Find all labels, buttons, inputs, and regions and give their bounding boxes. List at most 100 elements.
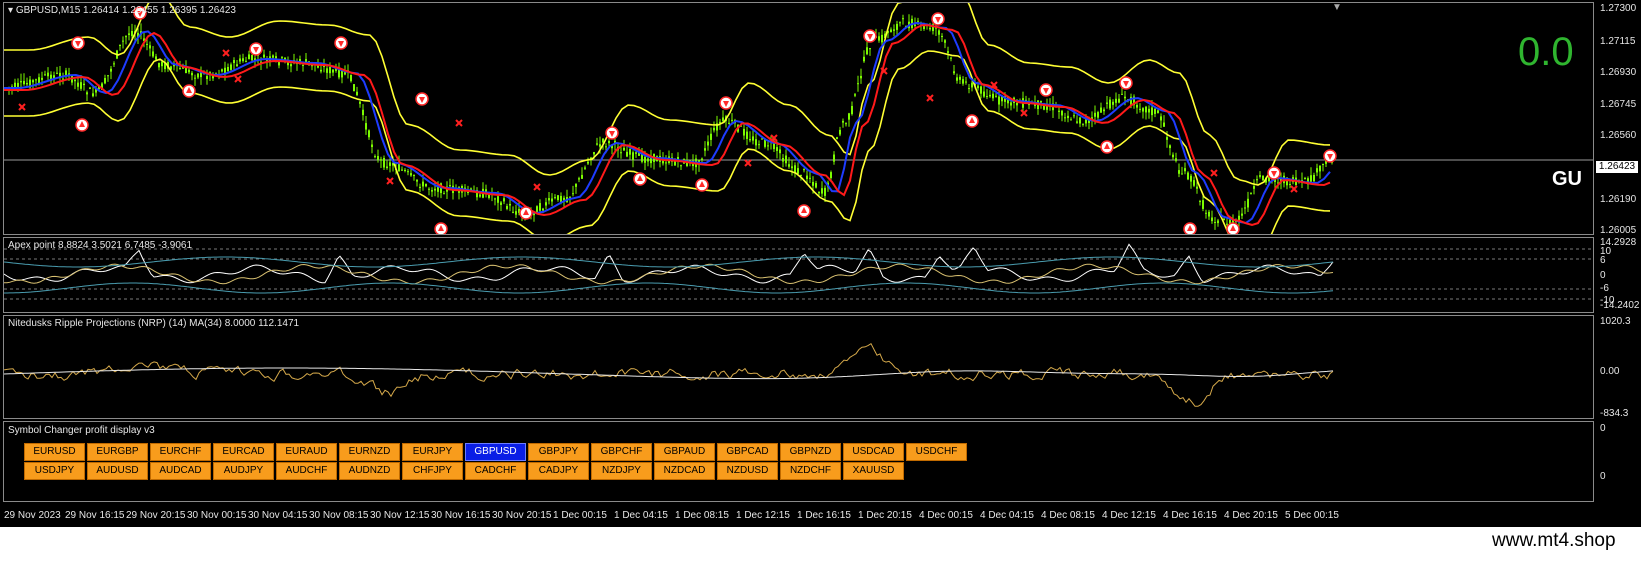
symbol-button-xauusd[interactable]: XAUUSD: [843, 462, 904, 480]
candle: [722, 110, 724, 124]
candle: [860, 68, 862, 84]
symbol-button-usdcad[interactable]: USDCAD: [843, 443, 904, 461]
symbol-button-audnzd[interactable]: AUDNZD: [339, 462, 400, 480]
candle: [47, 67, 49, 82]
candle: [950, 56, 952, 62]
symbol-button-audchf[interactable]: AUDCHF: [276, 462, 337, 480]
price-axis-label: 1.26560: [1600, 130, 1637, 141]
symbol-button-euraud[interactable]: EURAUD: [276, 443, 337, 461]
candle: [626, 146, 628, 158]
symbol-button-cadchf[interactable]: CADCHF: [465, 462, 526, 480]
scroll-marker-icon[interactable]: ▼: [1332, 2, 1342, 13]
candle: [401, 166, 403, 172]
cross-signal-icon: [234, 75, 242, 83]
symbol-button-gbpcad[interactable]: GBPCAD: [717, 443, 778, 461]
symbol-button-nzdcad[interactable]: NZDCAD: [654, 462, 715, 480]
candle: [296, 58, 298, 71]
sell-arrow-icon: [863, 29, 877, 43]
candle: [1184, 162, 1186, 175]
candle: [716, 115, 718, 137]
candle: [1253, 179, 1255, 195]
candle: [581, 167, 583, 179]
candle: [1172, 152, 1174, 160]
buy-arrow-icon: [75, 118, 89, 132]
symbol-button-usdchf[interactable]: USDCHF: [906, 443, 967, 461]
price-axis-label: 1.27300: [1600, 3, 1637, 14]
candle: [53, 71, 55, 83]
candle: [1187, 171, 1189, 181]
candle: [632, 150, 634, 168]
candle: [1115, 92, 1117, 107]
symbol-button-nzdchf[interactable]: NZDCHF: [780, 462, 841, 480]
candle: [287, 56, 289, 70]
cross-signal-icon: [18, 103, 26, 111]
candle: [506, 203, 508, 211]
candle: [1250, 192, 1252, 195]
symbol-button-audjpy[interactable]: AUDJPY: [213, 462, 274, 480]
candle: [1319, 164, 1321, 179]
apex-chart[interactable]: [4, 238, 1593, 312]
candle: [77, 77, 79, 91]
candle: [845, 122, 847, 127]
candle: [863, 50, 865, 63]
candle: [419, 183, 421, 193]
symbol-button-gbpusd[interactable]: GBPUSD: [465, 443, 526, 461]
cross-signal-icon: [1290, 185, 1298, 193]
candle: [494, 197, 496, 206]
candle: [1217, 218, 1219, 227]
candle: [128, 26, 130, 41]
candle: [680, 164, 682, 170]
symbol-button-eurusd[interactable]: EURUSD: [24, 443, 85, 461]
candle: [242, 53, 244, 63]
candle: [194, 74, 196, 86]
symbol-button-chfjpy[interactable]: CHFJPY: [402, 462, 463, 480]
symbol-button-gbpnzd[interactable]: GBPNZD: [780, 443, 841, 461]
buy-arrow-icon: [519, 206, 533, 220]
slow-ma-line: [4, 21, 1331, 225]
symbol-button-gbpjpy[interactable]: GBPJPY: [528, 443, 589, 461]
candle: [590, 156, 592, 166]
symbol-button-nzdusd[interactable]: NZDUSD: [717, 462, 778, 480]
main-pane-title: ▾ GBPUSD,M15 1.26414 1.26455 1.26395 1.2…: [8, 5, 236, 16]
candle: [1139, 103, 1141, 113]
symbol-button-eurgbp[interactable]: EURGBP: [87, 443, 148, 461]
time-axis-label: 30 Nov 20:15: [492, 510, 552, 521]
candle: [995, 93, 997, 98]
candle: [596, 137, 598, 146]
symbol-button-gbpchf[interactable]: GBPCHF: [591, 443, 652, 461]
candle: [944, 38, 946, 49]
symbol-button-usdjpy[interactable]: USDJPY: [24, 462, 85, 480]
candle: [842, 118, 844, 128]
apex-axis-label: -6: [1600, 283, 1609, 294]
candle: [44, 70, 46, 76]
buy-arrow-icon: [182, 84, 196, 98]
candle: [425, 183, 427, 188]
symbol-button-cadjpy[interactable]: CADJPY: [528, 462, 589, 480]
apex-lower-line: [4, 282, 1334, 294]
symbol-button-eurchf[interactable]: EURCHF: [150, 443, 211, 461]
candle: [1316, 163, 1318, 177]
candle: [1211, 210, 1213, 224]
buy-arrow-icon: [633, 172, 647, 186]
candle: [431, 187, 433, 197]
candle: [362, 104, 364, 121]
apex-main-line: [4, 243, 1334, 284]
symbol-button-eurnzd[interactable]: EURNZD: [339, 443, 400, 461]
symbol-button-audcad[interactable]: AUDCAD: [150, 462, 211, 480]
candle: [158, 62, 160, 71]
symbol-button-audusd[interactable]: AUDUSD: [87, 462, 148, 480]
candle: [815, 180, 817, 189]
candle: [428, 187, 430, 196]
symbol-button-gbpaud[interactable]: GBPAUD: [654, 443, 715, 461]
candle: [1214, 217, 1216, 230]
collapse-triangle-icon[interactable]: ▾: [8, 5, 13, 16]
symbol-button-eurjpy[interactable]: EURJPY: [402, 443, 463, 461]
nrp-chart[interactable]: [4, 316, 1593, 418]
price-chart[interactable]: [4, 3, 1593, 234]
symbol-button-eurcad[interactable]: EURCAD: [213, 443, 274, 461]
candle: [446, 181, 448, 199]
candle: [908, 14, 910, 32]
candle: [1136, 102, 1138, 114]
watermark: www.mt4.shop: [1492, 530, 1616, 551]
symbol-button-nzdjpy[interactable]: NZDJPY: [591, 462, 652, 480]
